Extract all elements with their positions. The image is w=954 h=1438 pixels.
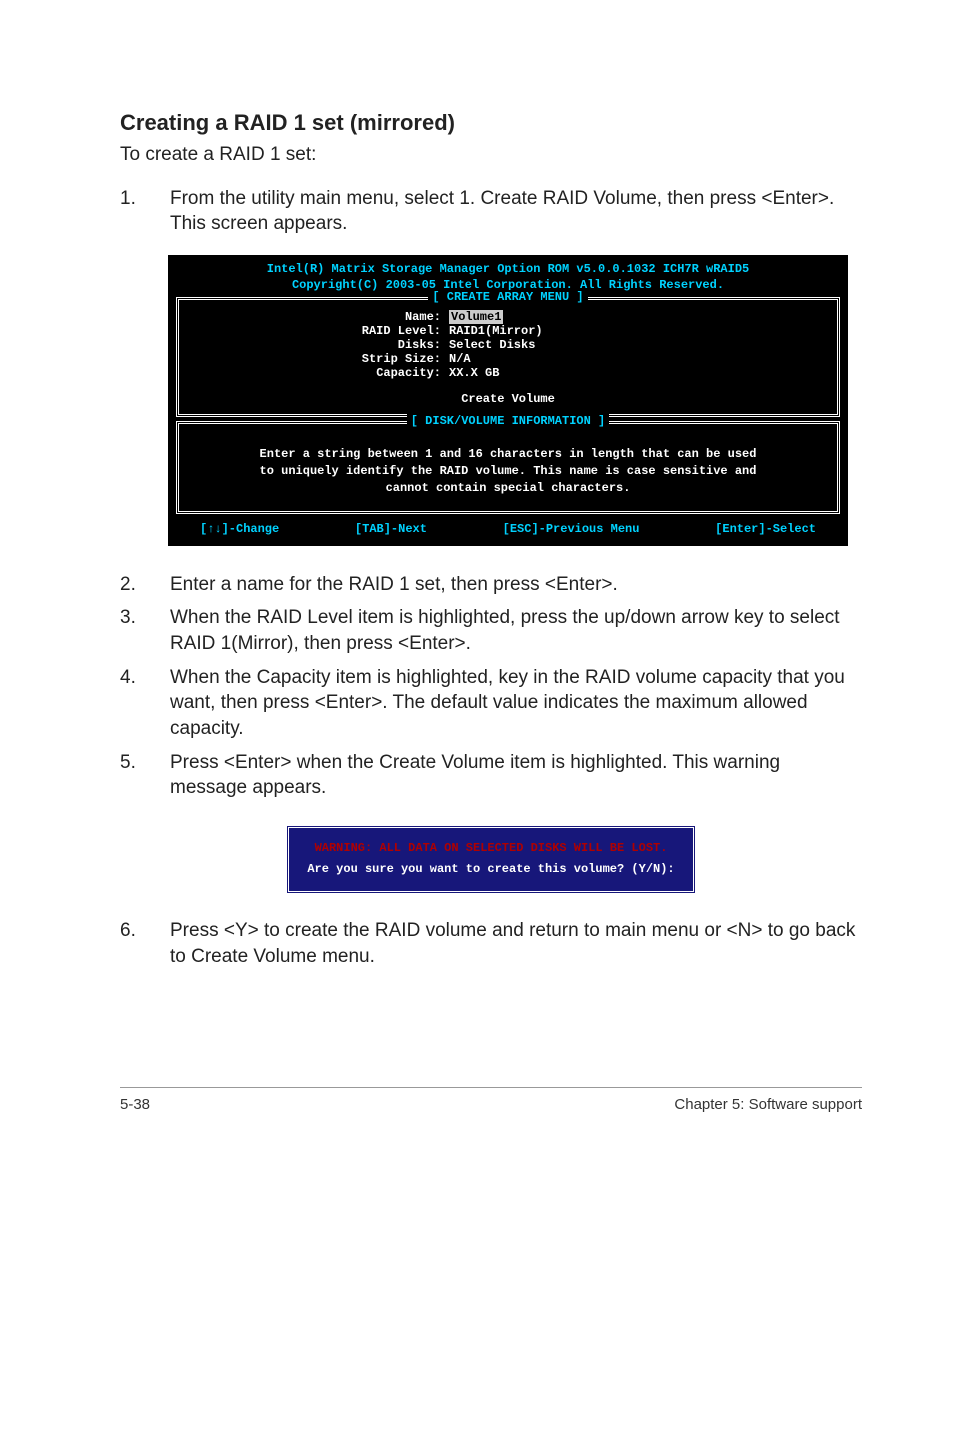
- step-text: When the RAID Level item is highlighted,…: [170, 605, 862, 656]
- create-array-caption: [ CREATE ARRAY MENU ]: [428, 290, 587, 304]
- field-value-strip: N/A: [449, 352, 471, 366]
- field-label-strip: Strip Size:: [189, 352, 449, 366]
- key-hint-change: [↑↓]-Change: [200, 522, 279, 536]
- step-number: 3.: [120, 605, 140, 656]
- confirm-prompt[interactable]: Are you sure you want to create this vol…: [307, 859, 674, 881]
- disk-volume-info-box: [ DISK/VOLUME INFORMATION ] Enter a stri…: [176, 421, 840, 513]
- key-hint-next: [TAB]-Next: [355, 522, 427, 536]
- warning-dialog: WARNING: ALL DATA ON SELECTED DISKS WILL…: [286, 825, 695, 894]
- field-value-raid[interactable]: RAID1(Mirror): [449, 324, 543, 338]
- step-number: 2.: [120, 572, 140, 598]
- warning-text: WARNING: ALL DATA ON SELECTED DISKS WILL…: [307, 838, 674, 860]
- hint-line-1: Enter a string between 1 and 16 characte…: [195, 446, 821, 463]
- create-volume-action[interactable]: Create Volume: [189, 392, 827, 406]
- field-value-capacity[interactable]: XX.X GB: [449, 366, 499, 380]
- field-value-name[interactable]: Volume1: [449, 310, 503, 324]
- console-title-1: Intel(R) Matrix Storage Manager Option R…: [176, 261, 840, 277]
- field-value-disks[interactable]: Select Disks: [449, 338, 535, 352]
- step-number: 4.: [120, 665, 140, 742]
- step-number: 1.: [120, 186, 140, 237]
- chapter-label: Chapter 5: Software support: [674, 1096, 862, 1113]
- field-label-name: Name:: [189, 310, 449, 324]
- step-text: From the utility main menu, select 1. Cr…: [170, 186, 862, 237]
- hint-line-2: to uniquely identify the RAID volume. Th…: [195, 463, 821, 480]
- step-number: 5.: [120, 750, 140, 801]
- create-array-menu-box: [ CREATE ARRAY MENU ] Name: Volume1 RAID…: [176, 297, 840, 417]
- step-text: Press <Enter> when the Create Volume ite…: [170, 750, 862, 801]
- step-text: Press <Y> to create the RAID volume and …: [170, 918, 862, 969]
- section-heading: Creating a RAID 1 set (mirrored): [120, 110, 862, 136]
- step-text: Enter a name for the RAID 1 set, then pr…: [170, 572, 862, 598]
- hint-line-3: cannot contain special characters.: [195, 480, 821, 497]
- field-label-raid: RAID Level:: [189, 324, 449, 338]
- console-footer-bar: [↑↓]-Change [TAB]-Next [ESC]-Previous Me…: [168, 518, 848, 546]
- disk-volume-caption: [ DISK/VOLUME INFORMATION ]: [407, 414, 609, 428]
- bios-console: Intel(R) Matrix Storage Manager Option R…: [168, 255, 848, 546]
- step-number: 6.: [120, 918, 140, 969]
- step-text: When the Capacity item is highlighted, k…: [170, 665, 862, 742]
- key-hint-prev: [ESC]-Previous Menu: [503, 522, 640, 536]
- page-number: 5-38: [120, 1096, 150, 1113]
- intro-text: To create a RAID 1 set:: [120, 142, 862, 168]
- field-label-capacity: Capacity:: [189, 366, 449, 380]
- field-label-disks: Disks:: [189, 338, 449, 352]
- key-hint-select: [Enter]-Select: [715, 522, 816, 536]
